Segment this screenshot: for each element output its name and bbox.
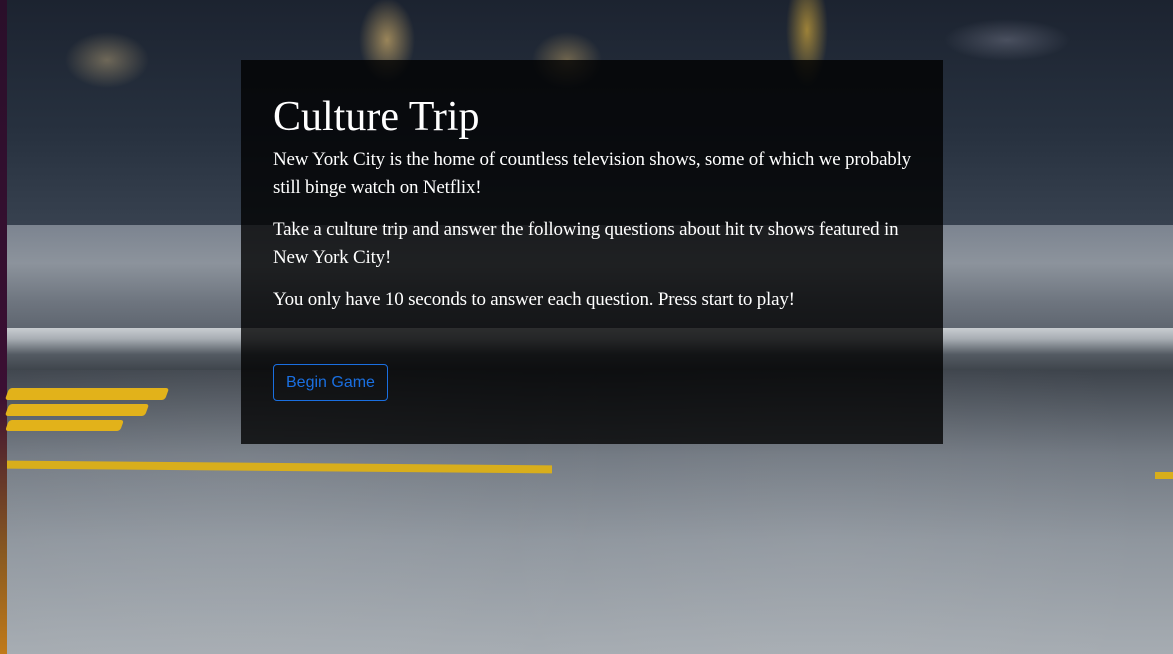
- intro-paragraph: Take a culture trip and answer the follo…: [273, 219, 899, 268]
- road-lane-line: [1155, 472, 1173, 479]
- instructions-paragraph: You only have 10 seconds to answer each …: [273, 289, 795, 310]
- left-edge-strip: [0, 0, 7, 654]
- page-title: Culture Trip: [273, 94, 480, 140]
- begin-game-button[interactable]: Begin Game: [273, 364, 388, 401]
- intro-card: Culture Trip New York City is the home o…: [241, 60, 943, 444]
- road-marking: [4, 420, 125, 431]
- road-marking: [4, 404, 150, 416]
- road-marking: [4, 388, 170, 400]
- intro-paragraph: New York City is the home of countless t…: [273, 149, 911, 198]
